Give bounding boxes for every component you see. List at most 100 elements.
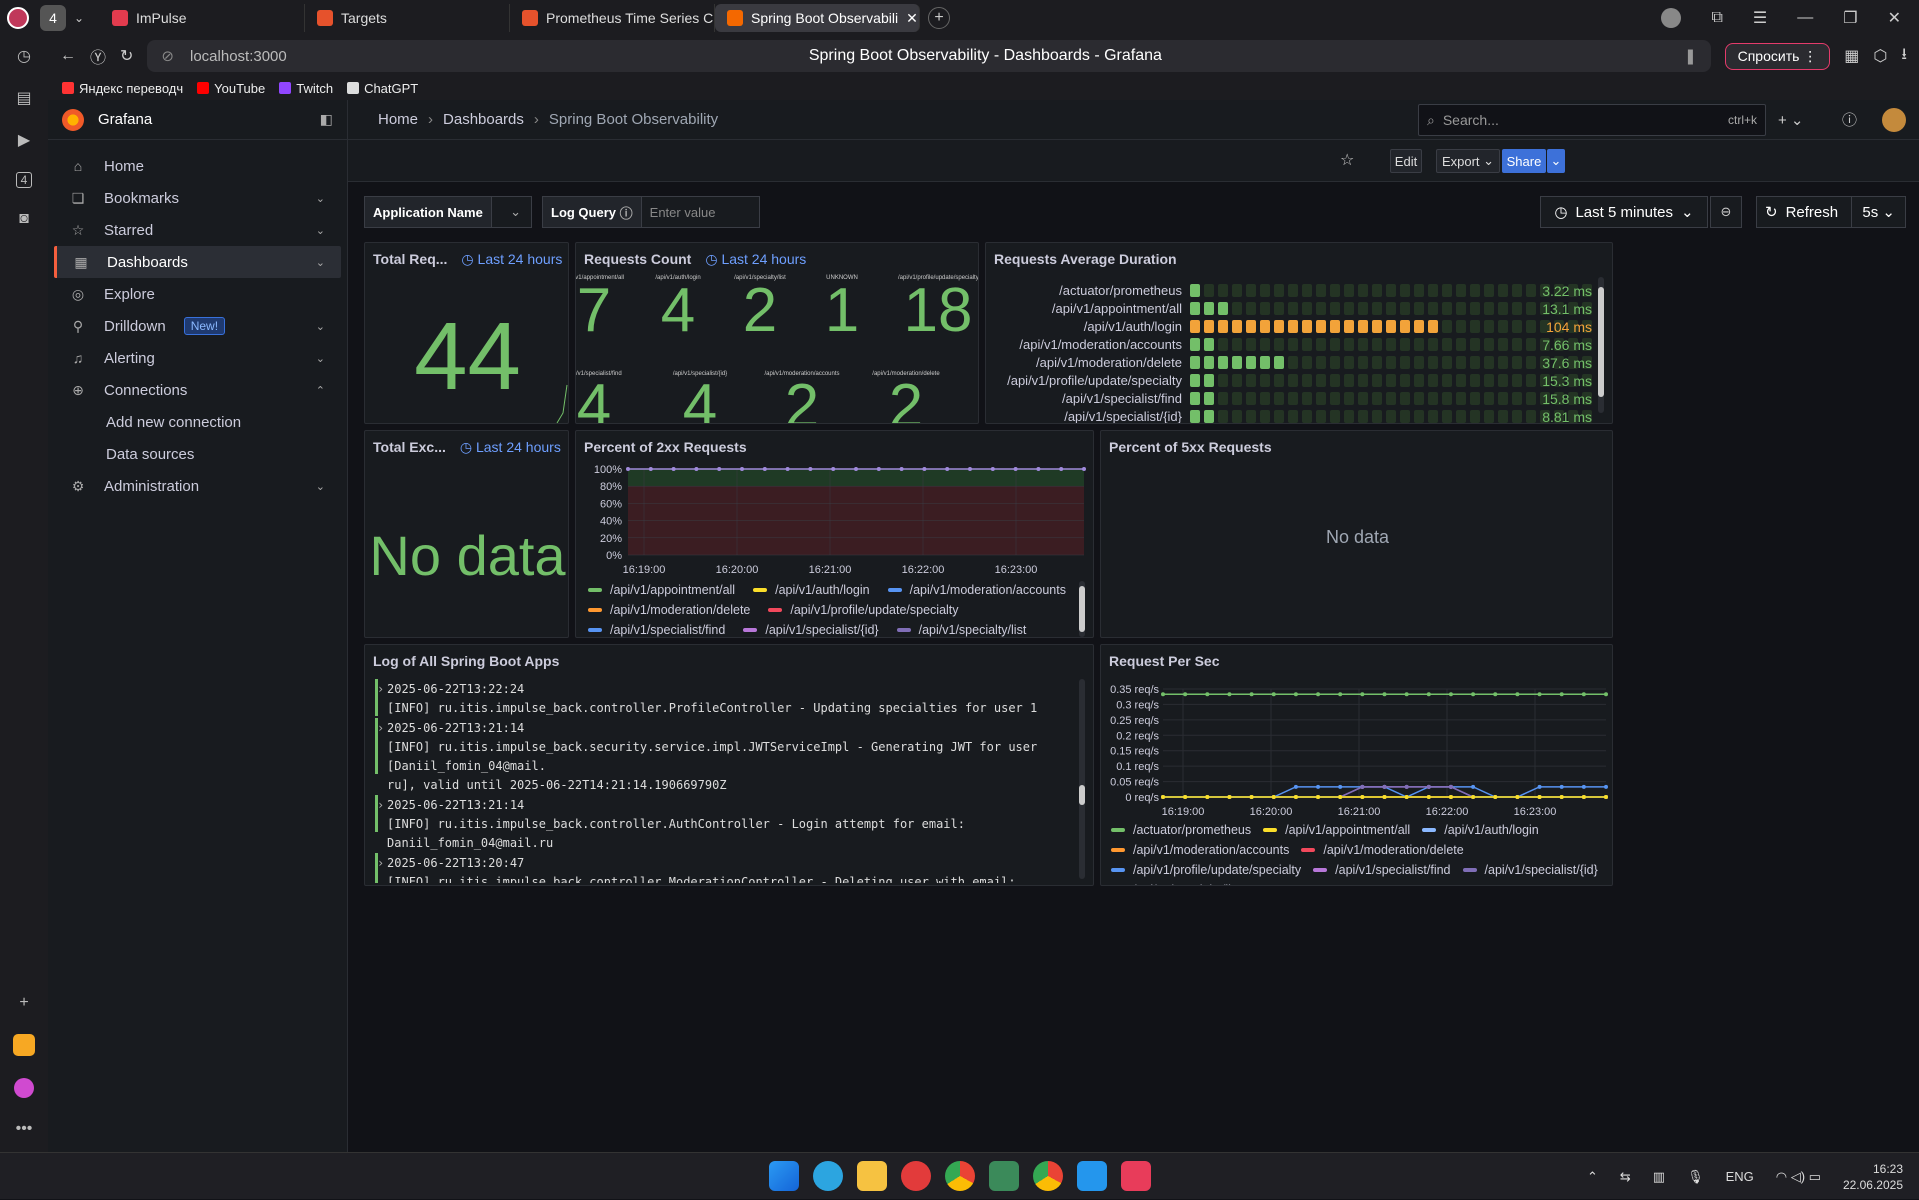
log-entry[interactable]: 2025-06-22T13:22:24 [INFO] ru.itis.impuls… — [365, 679, 1077, 718]
browser-tab[interactable]: Targets — [305, 4, 510, 32]
legend-item[interactable]: /api/v1/appointment/all — [1263, 823, 1410, 837]
nav-item-data-sources[interactable]: Data sources — [54, 438, 341, 470]
star-dashboard-icon[interactable]: ☆ — [1340, 150, 1354, 170]
legend-item[interactable]: /api/v1/appointment/all — [588, 583, 735, 597]
log-list[interactable]: 2025-06-22T13:22:24 [INFO] ru.itis.impuls… — [365, 679, 1077, 883]
legend-item[interactable]: /api/v1/auth/login — [753, 583, 870, 597]
log-entry[interactable]: 2025-06-22T13:20:47 [INFO] ru.itis.impuls… — [365, 853, 1077, 883]
reload-icon[interactable]: ↻ — [120, 46, 133, 66]
nav-item-add-new-connection[interactable]: Add new connection — [54, 406, 341, 438]
menu-icon[interactable]: ☰ — [1753, 8, 1767, 28]
yandex-browser-icon[interactable] — [900, 1161, 931, 1191]
breadcrumb-home[interactable]: Home — [378, 111, 418, 128]
tab-counter-icon[interactable]: 4 — [15, 172, 33, 188]
grafana-logo-icon[interactable] — [62, 108, 84, 131]
legend-scrollbar[interactable] — [1079, 581, 1085, 637]
yandex-icon[interactable]: Ⓨ — [90, 44, 106, 68]
extensions-icon[interactable]: ⬡ — [1873, 46, 1887, 66]
minimize-icon[interactable]: — — [1797, 9, 1813, 27]
legend-item[interactable]: /api/v1/specialist/find — [588, 623, 725, 637]
file-explorer-icon[interactable] — [856, 1161, 887, 1191]
nav-item-administration[interactable]: ⚙ Administration ⌄ — [54, 470, 341, 502]
chevron-down-icon[interactable]: ⌄ — [316, 352, 325, 365]
nav-item-explore[interactable]: ◎ Explore — [54, 278, 341, 310]
legend-item[interactable]: /api/v1/moderation/delete — [588, 603, 750, 617]
dock-menu-icon[interactable]: ◧ — [320, 111, 333, 128]
omnibox[interactable]: ⊘ localhost:3000 Spring Boot Observabili… — [147, 40, 1711, 72]
legend-item[interactable]: /api/v1/specialist/{id} — [743, 623, 879, 637]
nav-item-home[interactable]: ⌂ Home — [54, 150, 341, 182]
site-info-icon[interactable]: ⊘ — [161, 47, 174, 65]
tray-chevron-icon[interactable]: ⌃ — [1587, 1169, 1598, 1185]
legend-item[interactable]: /api/v1/profile/update/specialty — [1111, 863, 1301, 877]
network-volume-battery-icon[interactable]: ◠ ◁) ▭ — [1776, 1169, 1821, 1185]
microphone-icon[interactable]: 🎙 — [1687, 1169, 1704, 1185]
legend-item[interactable]: /api/v1/specialist/{id} — [1462, 863, 1598, 877]
browser-tab[interactable]: Prometheus Time Series C — [510, 4, 715, 32]
language-indicator[interactable]: ENG — [1726, 1169, 1754, 1184]
app-icon[interactable] — [988, 1161, 1019, 1191]
nav-item-drilldown[interactable]: ⚲ Drilldown New! ⌄ — [54, 310, 341, 342]
start-icon[interactable] — [768, 1161, 799, 1191]
chevron-down-icon[interactable]: ⌄ — [316, 256, 325, 269]
legend-item[interactable]: /api/v1/auth/login — [1422, 823, 1539, 837]
legend-item[interactable]: /api/v1/specialty/list — [1111, 883, 1241, 885]
scrollbar[interactable] — [1598, 277, 1604, 413]
browser-profile-icon[interactable] — [0, 7, 36, 29]
legend-item[interactable]: /api/v1/moderation/accounts — [887, 583, 1066, 597]
add-icon[interactable]: + ⌄ — [1778, 111, 1804, 129]
info-icon[interactable]: ⓘ — [620, 203, 633, 222]
bookmark-item[interactable]: Яндекс переводч — [62, 81, 183, 96]
chevron-up-icon[interactable]: ⌃ — [316, 384, 325, 397]
export-button[interactable]: Export ⌄ — [1436, 149, 1500, 173]
share-button[interactable]: Share — [1502, 149, 1546, 173]
browser-tab[interactable]: ImPulse — [100, 4, 305, 32]
add-panel-icon[interactable]: + — [19, 994, 28, 1012]
notes-icon[interactable]: ▤ — [16, 88, 31, 108]
tray-app-icon[interactable]: ▥ — [1653, 1169, 1665, 1185]
user-avatar[interactable] — [1882, 108, 1906, 132]
search-input[interactable]: ⌕ Search... ctrl+k — [1418, 104, 1766, 136]
logs-scrollbar[interactable] — [1079, 679, 1085, 879]
chrome-icon[interactable] — [944, 1161, 975, 1191]
nav-item-bookmarks[interactable]: ❏ Bookmarks ⌄ — [54, 182, 341, 214]
chevron-down-icon[interactable]: ⌄ — [510, 204, 531, 220]
zoom-out-button[interactable]: ⊖ — [1710, 196, 1742, 228]
close-tab-icon[interactable]: ✕ — [906, 10, 918, 27]
mail-icon[interactable] — [13, 1034, 35, 1056]
collections-icon[interactable]: ⧉ — [1711, 9, 1722, 27]
nav-item-dashboards[interactable]: ▦ Dashboards ⌄ — [54, 246, 341, 278]
tab-group-count[interactable]: 4 — [40, 5, 66, 31]
bookmark-item[interactable]: Twitch — [279, 81, 333, 96]
chevron-down-icon[interactable]: ⌄ — [316, 224, 325, 237]
chrome-profile-icon[interactable] — [1032, 1161, 1063, 1191]
legend-item[interactable]: /api/v1/moderation/accounts — [1111, 843, 1289, 857]
restore-icon[interactable]: ❐ — [1843, 8, 1857, 28]
chevron-down-icon[interactable]: ⌄ — [316, 320, 325, 333]
more-icon[interactable]: ••• — [16, 1120, 33, 1138]
help-icon[interactable]: ⓘ — [1842, 109, 1857, 130]
screenshot-icon[interactable]: ◙ — [19, 210, 29, 228]
bookmark-item[interactable]: ChatGPT — [347, 81, 418, 96]
log-entry[interactable]: 2025-06-22T13:21:14[INFO] ru.itis.impuls… — [365, 718, 1077, 795]
share-dropdown-button[interactable]: ⌄ — [1547, 149, 1565, 173]
legend-item[interactable]: /api/v1/moderation/delete — [1301, 843, 1464, 857]
legend-item[interactable]: /api/v1/profile/update/specialty — [768, 603, 959, 617]
profile-avatar-icon[interactable] — [1661, 8, 1682, 28]
legend-item[interactable]: /api/v1/specialty/list — [896, 623, 1026, 637]
clock[interactable]: 16:23 22.06.2025 — [1843, 1161, 1903, 1193]
history-icon[interactable]: ◷ — [17, 46, 31, 66]
log-entry[interactable]: 2025-06-22T13:21:14[INFO] ru.itis.impuls… — [365, 795, 1077, 853]
alice-icon[interactable] — [14, 1078, 34, 1098]
browser-tab[interactable]: Spring Boot Observabili ✕ — [715, 4, 920, 32]
time-range-picker[interactable]: ◷ Last 5 minutes ⌄ — [1540, 196, 1708, 228]
legend-item[interactable]: /actuator/prometheus — [1111, 823, 1251, 837]
nav-item-connections[interactable]: ⊕ Connections ⌃ — [54, 374, 341, 406]
chevron-down-icon[interactable]: ⌄ — [316, 192, 325, 205]
ask-button[interactable]: Спросить ⋮ — [1724, 42, 1831, 70]
bookmark-item[interactable]: YouTube — [197, 81, 265, 96]
close-window-icon[interactable]: ✕ — [1888, 8, 1901, 28]
downloads-icon[interactable]: ⭳ — [1901, 43, 1907, 70]
refresh-button[interactable]: ↻ Refresh 5s ⌄ — [1756, 196, 1906, 228]
video-icon[interactable]: ▶ — [18, 130, 30, 150]
